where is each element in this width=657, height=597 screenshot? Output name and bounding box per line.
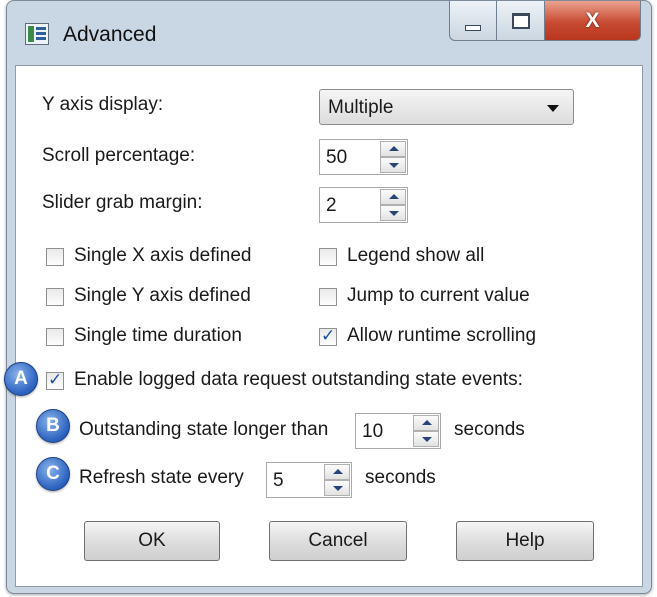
single-time-duration-checkbox[interactable] <box>46 328 64 346</box>
callout-c-badge: C <box>36 457 70 491</box>
single-y-axis-checkbox[interactable] <box>46 288 64 306</box>
outstanding-state-spinner[interactable]: 10 <box>355 413 441 449</box>
refresh-state-label: Refresh state every <box>79 467 244 488</box>
single-y-axis-label: Single Y axis defined <box>74 285 251 306</box>
spin-down-arrow-icon[interactable] <box>380 157 406 173</box>
window-title: Advanced <box>63 23 157 46</box>
single-time-duration-label: Single time duration <box>74 325 242 346</box>
app-chart-icon <box>25 23 49 45</box>
outstanding-state-value: 10 <box>362 421 384 442</box>
spinner-buttons <box>413 415 439 447</box>
single-x-axis-checkbox[interactable] <box>46 248 64 266</box>
spinner-buttons <box>380 189 406 221</box>
jump-to-current-label: Jump to current value <box>347 285 530 306</box>
minimize-button[interactable] <box>449 1 497 41</box>
scroll-percentage-label: Scroll percentage: <box>42 145 196 166</box>
jump-to-current-checkbox[interactable] <box>319 288 337 306</box>
close-button[interactable]: X <box>545 1 641 41</box>
y-axis-display-select[interactable]: Multiple <box>319 89 574 125</box>
allow-runtime-scrolling-checkbox[interactable] <box>319 326 337 346</box>
maximize-button[interactable] <box>497 1 545 41</box>
help-button[interactable]: Help <box>456 521 594 561</box>
allow-runtime-scrolling-label: Allow runtime scrolling <box>347 325 537 346</box>
slider-grab-margin-spinner[interactable]: 2 <box>319 187 408 223</box>
title-bar[interactable]: Advanced X <box>7 1 651 65</box>
spinner-buttons <box>324 464 350 496</box>
scroll-percentage-value: 50 <box>326 147 348 168</box>
outstanding-state-label: Outstanding state longer than <box>79 419 329 440</box>
single-x-axis-label: Single X axis defined <box>74 245 252 266</box>
legend-show-all-label: Legend show all <box>347 245 485 266</box>
enable-logged-data-checkbox[interactable] <box>46 370 64 390</box>
dialog-body: Y axis display: Multiple Scroll percenta… <box>15 65 643 587</box>
chevron-down-icon <box>547 105 559 112</box>
advanced-dialog: Advanced X Y axis display: Multiple Scro… <box>6 0 652 594</box>
refresh-state-unit: seconds <box>365 467 436 488</box>
window-controls: X <box>449 1 647 43</box>
callout-a-badge: A <box>4 362 38 396</box>
y-axis-display-label: Y axis display: <box>42 94 164 115</box>
spin-up-arrow-icon[interactable] <box>324 464 350 480</box>
spin-up-arrow-icon[interactable] <box>380 189 406 205</box>
maximize-icon <box>511 12 530 29</box>
close-icon: X <box>585 8 600 32</box>
slider-grab-margin-value: 2 <box>326 195 337 216</box>
spin-down-arrow-icon[interactable] <box>413 431 439 447</box>
y-axis-display-value: Multiple <box>328 97 394 118</box>
spin-down-arrow-icon[interactable] <box>380 205 406 221</box>
slider-grab-margin-label: Slider grab margin: <box>42 192 203 213</box>
ok-button[interactable]: OK <box>84 521 220 561</box>
refresh-state-value: 5 <box>273 470 284 491</box>
legend-show-all-checkbox[interactable] <box>319 248 337 266</box>
spinner-buttons <box>380 141 406 173</box>
refresh-state-spinner[interactable]: 5 <box>266 462 352 498</box>
minimize-icon <box>465 24 481 31</box>
callout-b-badge: B <box>36 409 70 443</box>
enable-logged-data-label: Enable logged data request outstanding s… <box>74 369 523 390</box>
spin-up-arrow-icon[interactable] <box>380 141 406 157</box>
outstanding-state-unit: seconds <box>454 419 525 440</box>
spin-up-arrow-icon[interactable] <box>413 415 439 431</box>
cancel-button[interactable]: Cancel <box>269 521 407 561</box>
spin-down-arrow-icon[interactable] <box>324 480 350 496</box>
scroll-percentage-spinner[interactable]: 50 <box>319 139 408 175</box>
